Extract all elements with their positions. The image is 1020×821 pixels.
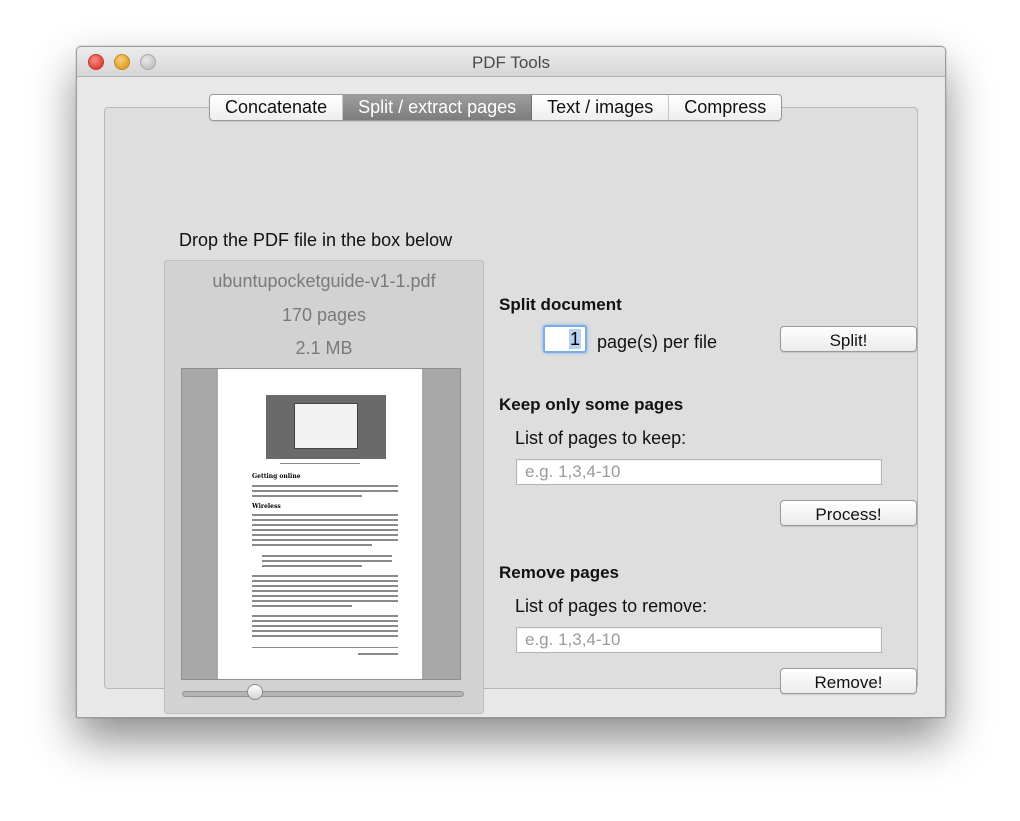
remove-pages-input[interactable] xyxy=(516,627,882,653)
split-heading: Split document xyxy=(499,295,622,314)
preview-screenshot-image xyxy=(266,395,386,459)
preview-page: Getting online Wireless xyxy=(218,369,422,679)
page-slider-knob[interactable] xyxy=(247,684,263,700)
file-name: ubuntupocketguide-v1-1.pdf xyxy=(212,271,436,291)
remove-heading: Remove pages xyxy=(499,563,619,582)
page-count: 170 pages xyxy=(281,305,367,325)
tab-content-panel: Drop the PDF file in the box below ubunt… xyxy=(104,107,918,714)
tab-text-images[interactable]: Text / images xyxy=(532,95,670,120)
app-window: PDF Tools Concatenate Split / extract pa… xyxy=(76,46,946,718)
window-title: PDF Tools xyxy=(471,53,551,72)
tab-bar: Concatenate Split / extract pages Text /… xyxy=(209,94,783,121)
page-slider-track[interactable] xyxy=(182,691,464,697)
split-button[interactable]: Split! xyxy=(780,326,917,352)
tab-concatenate[interactable]: Concatenate xyxy=(210,95,344,120)
title-bar[interactable]: PDF Tools xyxy=(77,47,945,77)
tab-compress[interactable]: Compress xyxy=(669,95,781,120)
pages-per-file-input[interactable]: 1 xyxy=(543,325,587,353)
remove-list-label: List of pages to remove: xyxy=(515,596,708,616)
drop-instruction: Drop the PDF file in the box below xyxy=(179,230,453,250)
tab-split-extract[interactable]: Split / extract pages xyxy=(343,95,533,120)
keep-heading: Keep only some pages xyxy=(499,395,684,414)
remove-button[interactable]: Remove! xyxy=(780,668,917,694)
pdf-drop-zone[interactable]: ubuntupocketguide-v1-1.pdf 170 pages 2.1… xyxy=(164,260,484,714)
process-button[interactable]: Process! xyxy=(780,500,917,526)
pages-per-file-label: page(s) per file xyxy=(597,332,718,352)
file-size: 2.1 MB xyxy=(295,338,353,358)
keep-pages-input[interactable] xyxy=(516,459,882,485)
pdf-page-preview: Getting online Wireless xyxy=(181,368,461,680)
keep-list-label: List of pages to keep: xyxy=(515,428,687,448)
